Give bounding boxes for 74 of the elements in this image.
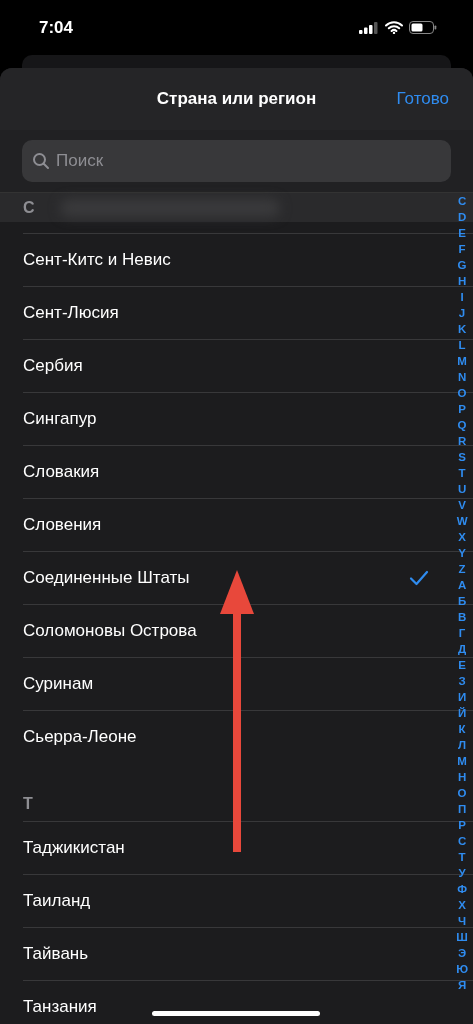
- index-letter[interactable]: Х: [458, 897, 466, 913]
- sheet-title: Страна или регион: [156, 89, 317, 109]
- country-item[interactable]: Тайвань: [23, 944, 89, 964]
- index-letter[interactable]: П: [457, 801, 467, 817]
- country-item[interactable]: Словения: [23, 515, 102, 535]
- index-letter[interactable]: Р: [458, 817, 466, 833]
- index-letter[interactable]: O: [457, 385, 467, 401]
- index-letter[interactable]: I: [460, 289, 464, 305]
- index-letter[interactable]: Б: [457, 593, 467, 609]
- country-item[interactable]: Танзания: [23, 997, 97, 1017]
- index-letter[interactable]: Й: [457, 705, 467, 721]
- index-letter[interactable]: И: [457, 689, 467, 705]
- country-item[interactable]: Таджикистан: [23, 838, 125, 858]
- country-item[interactable]: Таиланд: [23, 891, 91, 911]
- country-item[interactable]: Сьерра-Леоне: [23, 727, 137, 747]
- country-item[interactable]: Словакия: [23, 462, 100, 482]
- index-letter[interactable]: Е: [458, 657, 466, 673]
- index-letter[interactable]: H: [457, 273, 467, 289]
- index-letter[interactable]: Y: [458, 545, 466, 561]
- wifi-icon: [385, 21, 403, 34]
- index-letter[interactable]: W: [456, 513, 468, 529]
- index-letter[interactable]: G: [457, 257, 467, 273]
- index-letter[interactable]: Ю: [456, 961, 468, 977]
- country-item[interactable]: Сент-Люсия: [23, 303, 119, 323]
- index-letter[interactable]: R: [457, 433, 467, 449]
- arrow-icon: [220, 570, 254, 854]
- index-letter[interactable]: S: [458, 449, 466, 465]
- index-letter[interactable]: Т: [458, 849, 466, 865]
- index-letter[interactable]: Э: [457, 945, 467, 961]
- index-letter[interactable]: Ф: [457, 881, 467, 897]
- index-letter[interactable]: О: [457, 785, 467, 801]
- index-letter[interactable]: Ш: [456, 929, 468, 945]
- index-letter[interactable]: З: [458, 673, 466, 689]
- index-letter[interactable]: E: [458, 225, 466, 241]
- index-letter[interactable]: К: [458, 721, 466, 737]
- index-letter[interactable]: Н: [457, 769, 467, 785]
- index-letter[interactable]: С: [457, 833, 467, 849]
- index-letter[interactable]: Д: [457, 641, 467, 657]
- index-letter[interactable]: М: [457, 753, 467, 769]
- country-item[interactable]: Соломоновы Острова: [23, 621, 197, 641]
- index-letter[interactable]: Q: [457, 417, 467, 433]
- section-header: C: [23, 198, 35, 217]
- index-letter[interactable]: V: [458, 497, 466, 513]
- status-time: 7:04: [39, 17, 74, 38]
- index-letter[interactable]: В: [457, 609, 467, 625]
- country-item[interactable]: Сербия: [23, 356, 83, 376]
- index-letter[interactable]: P: [458, 401, 466, 417]
- index-letter[interactable]: Я: [457, 977, 467, 993]
- index-letter[interactable]: Z: [458, 561, 466, 577]
- index-letter[interactable]: X: [458, 529, 466, 545]
- country-item[interactable]: Суринам: [23, 674, 94, 694]
- search-icon: [32, 152, 50, 170]
- country-item[interactable]: Сингапур: [23, 409, 97, 429]
- done-button[interactable]: Готово: [396, 89, 449, 109]
- index-letter[interactable]: C: [457, 193, 467, 209]
- index-letter[interactable]: K: [457, 321, 467, 337]
- country-item[interactable]: Соединенные Штаты: [23, 568, 190, 588]
- index-letter[interactable]: F: [458, 241, 466, 257]
- index-letter[interactable]: M: [457, 353, 467, 369]
- index-letter[interactable]: J: [458, 305, 466, 321]
- index-letter[interactable]: Л: [458, 737, 467, 753]
- index-letter[interactable]: T: [458, 465, 466, 481]
- country-item[interactable]: Сент-Китс и Невис: [23, 250, 171, 270]
- index-letter[interactable]: D: [457, 209, 467, 225]
- index-letter[interactable]: Г: [458, 625, 466, 641]
- signal-icon: [359, 21, 379, 34]
- index-letter[interactable]: N: [457, 369, 467, 385]
- index-letter[interactable]: У: [458, 865, 466, 881]
- index-letter[interactable]: А: [457, 577, 467, 593]
- index-letter[interactable]: L: [458, 337, 466, 353]
- index-letter[interactable]: Ч: [458, 913, 467, 929]
- section-header: T: [23, 795, 33, 813]
- index-letter[interactable]: U: [457, 481, 467, 497]
- battery-icon: [409, 21, 437, 34]
